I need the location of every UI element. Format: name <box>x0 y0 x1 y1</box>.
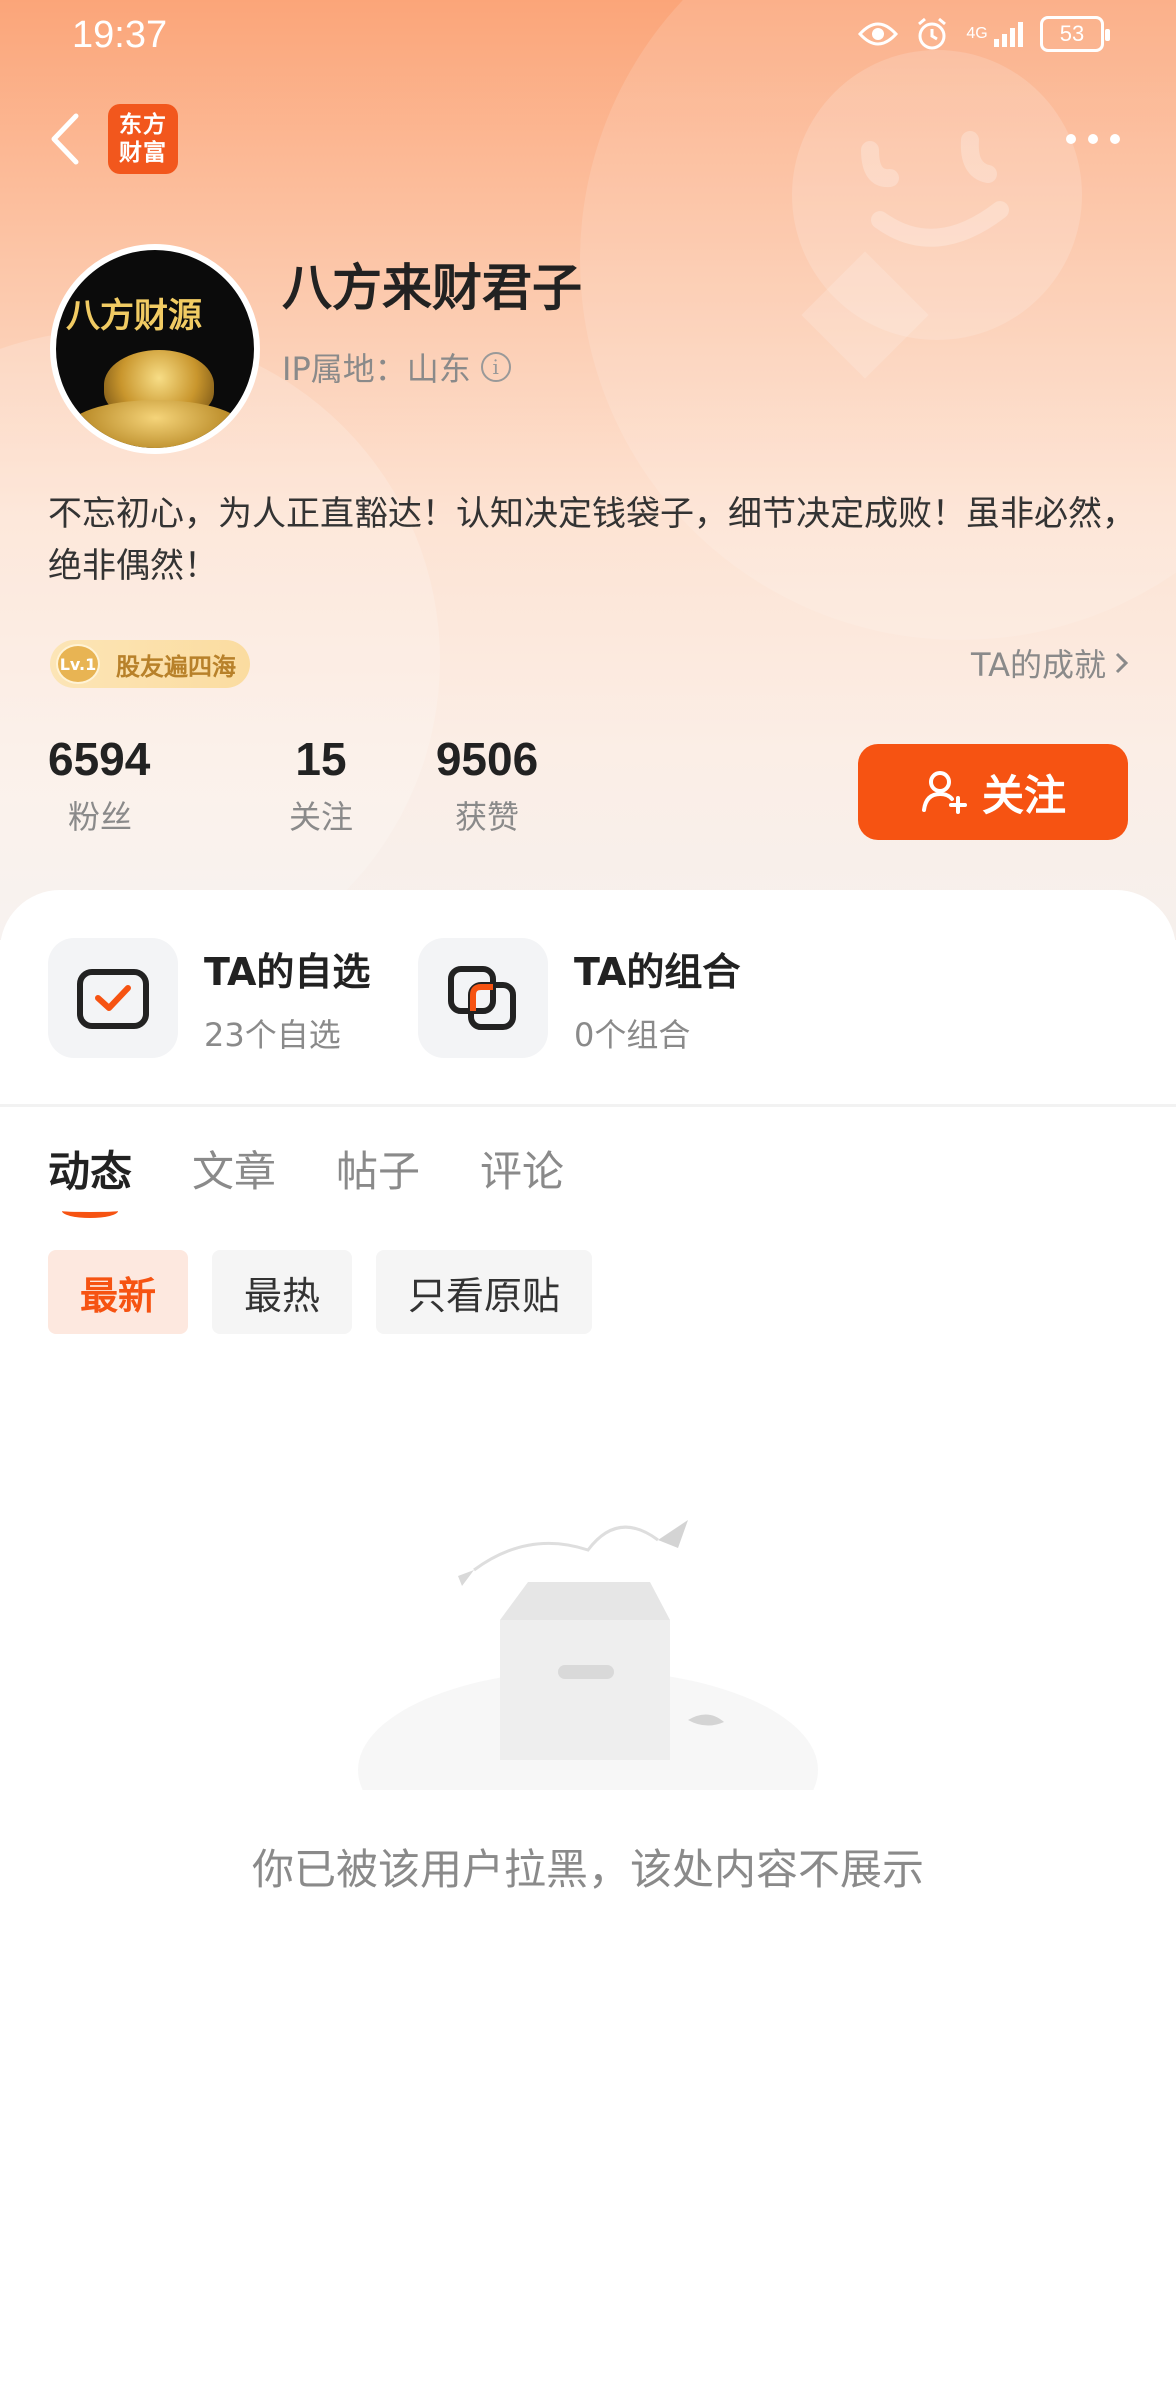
more-dot <box>1088 134 1098 144</box>
back-button[interactable] <box>44 104 104 174</box>
stat-likes: 9506 获赞 <box>404 732 570 838</box>
filter-latest[interactable]: 最新 <box>48 1250 189 1334</box>
content-card: TA的自选 23个自选 TA的组合 0个组合 动态 文章 帖子 评论 最新 最热… <box>0 890 1176 2400</box>
tab-label: 动态 <box>48 1147 133 1196</box>
content-tabs: 动态 文章 帖子 评论 <box>48 1138 564 1218</box>
eye-icon <box>858 14 898 54</box>
tab-posts[interactable]: 帖子 <box>336 1138 420 1199</box>
level-badge[interactable]: Lv.1 股友遍四海 <box>50 640 250 688</box>
watchlist-icon <box>48 938 178 1058</box>
empty-box-illustration <box>358 1520 818 1790</box>
ip-location: IP属地：山东 i <box>282 344 511 390</box>
stat-following[interactable]: 15 关注 <box>238 732 404 838</box>
stat-label: 关注 <box>288 798 353 836</box>
watchlist-link[interactable]: TA的自选 23个自选 <box>48 938 370 1058</box>
tab-label: 评论 <box>480 1147 565 1196</box>
stat-followers[interactable]: 6594 粉丝 <box>48 732 238 838</box>
tab-label: 文章 <box>192 1147 277 1196</box>
avatar-image-text: 八方财源 <box>66 296 202 336</box>
signal-icon: 4G <box>966 14 1026 54</box>
avatar-gold-coins <box>66 400 246 448</box>
stat-label: 粉丝 <box>68 798 133 836</box>
more-dot <box>1066 134 1076 144</box>
network-label: 4G <box>966 25 988 42</box>
watchlist-title: TA的自选 <box>204 949 371 994</box>
username: 八方来财君子 <box>282 259 582 317</box>
filter-original-only[interactable]: 只看原贴 <box>376 1250 593 1334</box>
portfolio-title: TA的组合 <box>574 949 741 994</box>
smile-icon <box>861 131 1009 247</box>
achievements-link[interactable]: TA的成就 <box>971 640 1130 686</box>
watchlist-count: 23个自选 <box>204 1015 341 1054</box>
portfolio-link[interactable]: TA的组合 0个组合 <box>418 938 740 1058</box>
more-dot <box>1110 134 1120 144</box>
ip-location-label: IP属地：山东 <box>282 350 471 388</box>
stat-value: 9506 <box>435 733 539 785</box>
avatar[interactable]: 八方财源 <box>50 244 260 454</box>
user-bio: 不忘初心，为人正直豁达！认知决定钱袋子，细节决定成败！虽非必然，绝非偶然！ <box>48 494 1136 586</box>
level-badge-icon: Lv.1 <box>56 644 100 684</box>
achievements-link-label: TA的成就 <box>971 646 1106 684</box>
status-time: 19:37 <box>72 14 168 56</box>
tab-dynamics[interactable]: 动态 <box>48 1138 133 1218</box>
tab-comments[interactable]: 评论 <box>480 1138 564 1199</box>
section-divider <box>0 1104 1176 1107</box>
follow-button-label: 关注 <box>981 770 1066 820</box>
tab-articles[interactable]: 文章 <box>192 1138 276 1199</box>
chevron-left-icon <box>51 113 79 165</box>
stat-value: 6594 <box>48 733 151 785</box>
portfolio-count: 0个组合 <box>574 1015 691 1054</box>
level-badge-label: 股友遍四海 <box>116 652 236 681</box>
profile-stats: 6594 粉丝 15 关注 9506 获赞 <box>48 732 570 838</box>
feed-filters: 最新 最热 只看原贴 <box>48 1250 593 1334</box>
chevron-right-icon <box>1115 652 1129 674</box>
tab-label: 帖子 <box>336 1147 421 1196</box>
blocked-empty-message: 你已被该用户拉黑，该处内容不展示 <box>251 1845 924 1894</box>
app-logo[interactable]: 东方财富 <box>108 104 178 174</box>
active-tab-indicator <box>62 1204 118 1218</box>
info-icon[interactable]: i <box>480 352 511 382</box>
stat-value: 15 <box>295 733 347 785</box>
status-bar: 19:37 4G 53 <box>0 0 1176 72</box>
stat-label: 获赞 <box>454 798 519 836</box>
add-user-icon <box>921 771 967 814</box>
portfolio-icon <box>418 938 548 1058</box>
follow-button[interactable]: 关注 <box>858 744 1128 840</box>
more-options-button[interactable] <box>1058 124 1128 154</box>
battery-indicator: 53 <box>1040 16 1110 52</box>
alarm-icon <box>912 14 952 54</box>
filter-hottest[interactable]: 最热 <box>212 1250 353 1334</box>
status-icons: 4G 53 <box>858 14 1110 54</box>
